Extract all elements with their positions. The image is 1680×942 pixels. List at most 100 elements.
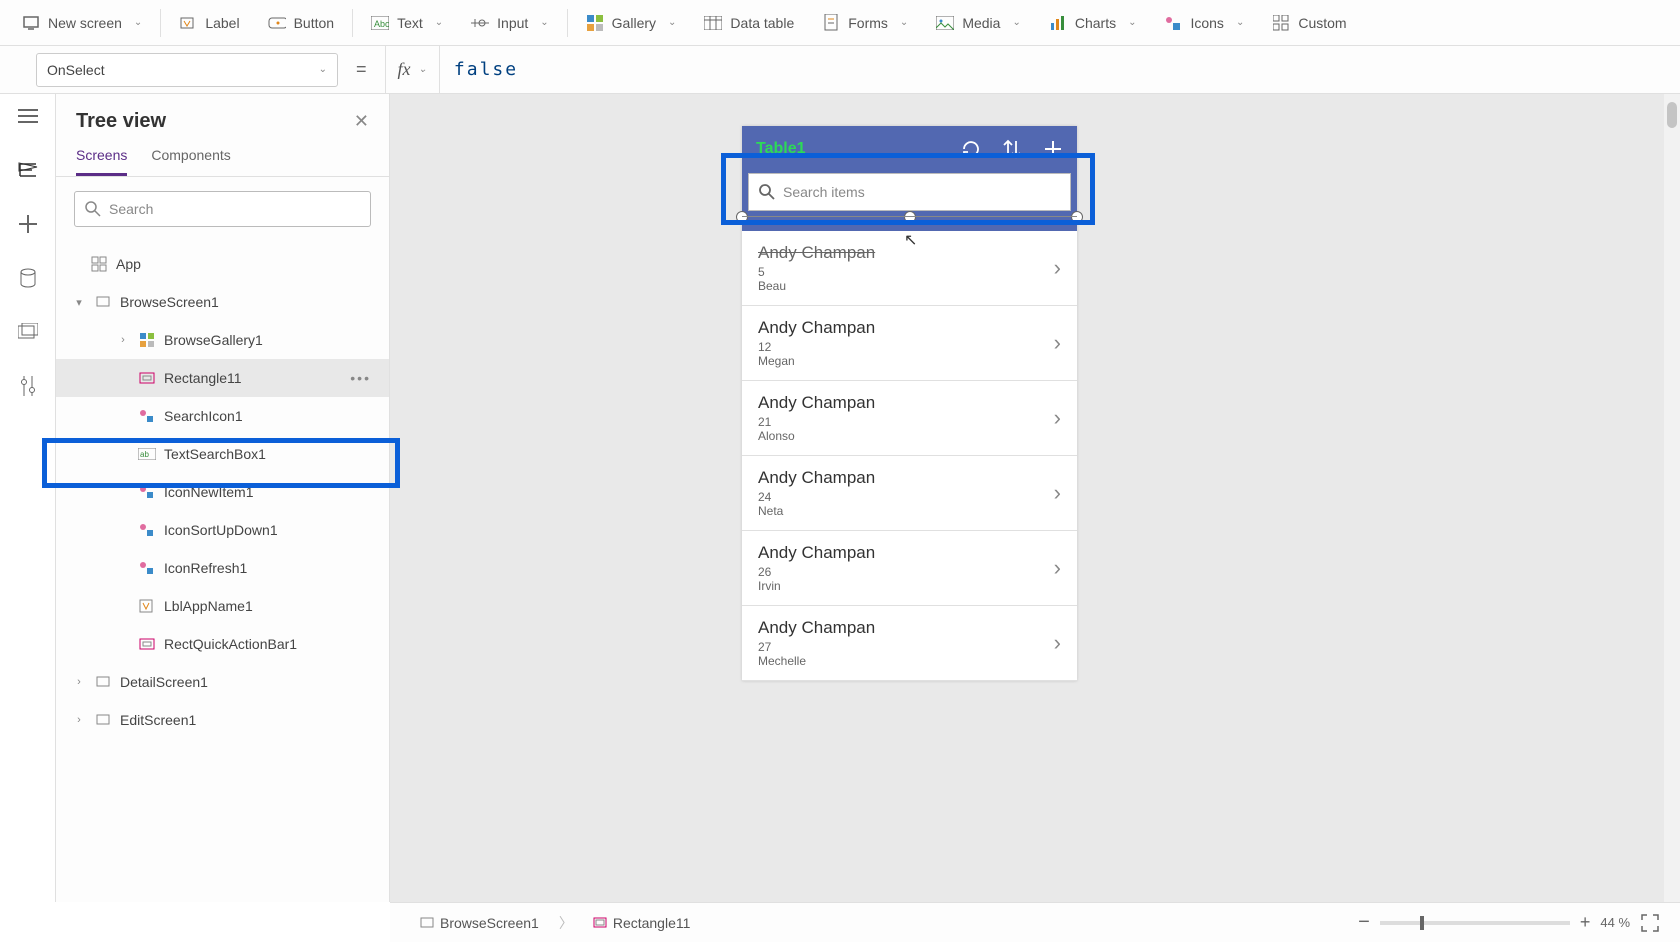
item-title: Andy Champan bbox=[758, 618, 1054, 638]
tab-screens[interactable]: Screens bbox=[76, 147, 127, 176]
gallery-item[interactable]: Andy Champan12Megan› bbox=[742, 306, 1077, 381]
expand-arrow[interactable]: › bbox=[72, 714, 86, 726]
item-body: Irvin bbox=[758, 579, 1054, 593]
data-table-button[interactable]: Data table bbox=[690, 0, 808, 45]
selection-handle[interactable] bbox=[1071, 211, 1083, 223]
advanced-icon[interactable] bbox=[16, 374, 40, 398]
left-rail bbox=[0, 94, 56, 902]
gallery-item[interactable]: Andy Champan27Mechelle› bbox=[742, 606, 1077, 681]
data-table-label: Data table bbox=[730, 15, 794, 31]
zoom-pct: % bbox=[1618, 915, 1630, 930]
refresh-icon[interactable] bbox=[961, 139, 981, 159]
property-selector[interactable]: OnSelect ⌄ bbox=[36, 53, 338, 87]
media-rail-icon[interactable] bbox=[16, 320, 40, 344]
media-label: Media bbox=[962, 15, 1000, 31]
canvas-area[interactable]: Table1 Search items Andy Champan5Beau›An… bbox=[390, 94, 1680, 902]
charts-button[interactable]: Charts ⌄ bbox=[1035, 0, 1151, 45]
insert-icon[interactable] bbox=[16, 212, 40, 236]
gallery-item[interactable]: Andy Champan26Irvin› bbox=[742, 531, 1077, 606]
expand-arrow[interactable]: ▾ bbox=[72, 296, 86, 309]
data-icon[interactable] bbox=[16, 266, 40, 290]
vertical-scrollbar[interactable] bbox=[1664, 94, 1680, 902]
text-icon: Abc bbox=[371, 14, 389, 32]
app-preview: Table1 Search items Andy Champan5Beau›An… bbox=[742, 126, 1077, 681]
item-body: Alonso bbox=[758, 429, 1054, 443]
item-title: Andy Champan bbox=[758, 318, 1054, 338]
tree-item[interactable]: ▾ BrowseScreen1 bbox=[56, 283, 389, 321]
forms-button[interactable]: Forms ⌄ bbox=[808, 0, 922, 45]
gallery-item[interactable]: Andy Champan24Neta› bbox=[742, 456, 1077, 531]
tree-item-label: DetailScreen1 bbox=[120, 674, 208, 690]
tree-item[interactable]: abTextSearchBox1 bbox=[56, 435, 389, 473]
tree-item-app[interactable]: App bbox=[56, 245, 389, 283]
item-subtitle: 5 bbox=[758, 265, 1054, 279]
breadcrumb-control[interactable]: Rectangle11 bbox=[583, 911, 701, 935]
gallery-button[interactable]: Gallery ⌄ bbox=[572, 0, 691, 45]
tree-item[interactable]: LblAppName1 bbox=[56, 587, 389, 625]
tree-item[interactable]: › BrowseGallery1 bbox=[56, 321, 389, 359]
expand-arrow[interactable]: › bbox=[72, 676, 86, 688]
more-icon[interactable]: ••• bbox=[350, 370, 371, 386]
tree-item[interactable]: IconSortUpDown1 bbox=[56, 511, 389, 549]
tree-view-panel: Tree view ✕ Screens Components Search Ap… bbox=[56, 94, 390, 902]
node-icon bbox=[138, 483, 156, 501]
tree-item-label: BrowseScreen1 bbox=[120, 294, 219, 310]
tree-item[interactable]: Rectangle11 ••• bbox=[56, 359, 389, 397]
icons-label: Icons bbox=[1190, 15, 1223, 31]
tree-item-label: TextSearchBox1 bbox=[164, 446, 266, 462]
tree-item[interactable]: SearchIcon1 bbox=[56, 397, 389, 435]
formula-value[interactable]: false bbox=[454, 59, 518, 80]
zoom-in-button[interactable]: + bbox=[1580, 912, 1591, 933]
zoom-slider[interactable] bbox=[1380, 921, 1570, 925]
icons-button[interactable]: Icons ⌄ bbox=[1150, 0, 1258, 45]
selected-rectangle[interactable]: Search items bbox=[742, 171, 1077, 231]
chevron-right-icon: › bbox=[1054, 555, 1061, 581]
tab-components[interactable]: Components bbox=[151, 147, 230, 176]
tree-view-title: Tree view bbox=[76, 110, 166, 133]
app-icon bbox=[90, 255, 108, 273]
zoom-out-button[interactable]: − bbox=[1358, 911, 1370, 934]
label-button[interactable]: Label bbox=[165, 0, 253, 45]
sort-icon[interactable] bbox=[1003, 139, 1021, 159]
fit-screen-icon[interactable] bbox=[1640, 913, 1660, 933]
tree-item[interactable]: ›EditScreen1 bbox=[56, 701, 389, 739]
tree-item[interactable]: › DetailScreen1 bbox=[56, 663, 389, 701]
tree-view-icon[interactable] bbox=[16, 158, 40, 182]
gallery-item[interactable]: Andy Champan21Alonso› bbox=[742, 381, 1077, 456]
search-placeholder: Search bbox=[109, 201, 153, 217]
separator bbox=[567, 9, 568, 37]
tree-item[interactable]: IconRefresh1 bbox=[56, 549, 389, 587]
tree-search-input[interactable]: Search bbox=[74, 191, 371, 227]
selection-handle[interactable] bbox=[904, 211, 916, 223]
tree-item-label: BrowseGallery1 bbox=[164, 332, 263, 348]
fx-button[interactable]: fx ⌄ bbox=[385, 46, 440, 93]
add-icon[interactable] bbox=[1043, 139, 1063, 159]
breadcrumb-screen[interactable]: BrowseScreen1 bbox=[410, 911, 549, 935]
close-icon[interactable]: ✕ bbox=[354, 111, 369, 132]
node-icon bbox=[138, 635, 156, 653]
button-button[interactable]: Button bbox=[254, 0, 348, 45]
scrollbar-thumb[interactable] bbox=[1667, 102, 1677, 128]
separator bbox=[352, 9, 353, 37]
node-icon bbox=[94, 293, 112, 311]
tree-item-label: SearchIcon1 bbox=[164, 408, 243, 424]
media-icon bbox=[936, 14, 954, 32]
input-button[interactable]: Input ⌄ bbox=[457, 0, 563, 45]
search-items-input[interactable]: Search items bbox=[748, 173, 1071, 211]
text-button[interactable]: Abc Text ⌄ bbox=[357, 0, 457, 45]
item-subtitle: 12 bbox=[758, 340, 1054, 354]
node-icon bbox=[94, 711, 112, 729]
hamburger-icon[interactable] bbox=[16, 104, 40, 128]
tree-item-label: Rectangle11 bbox=[164, 370, 242, 386]
tree-item[interactable]: RectQuickActionBar1 bbox=[56, 625, 389, 663]
node-icon bbox=[138, 559, 156, 577]
new-screen-button[interactable]: New screen ⌄ bbox=[8, 0, 156, 45]
expand-arrow[interactable]: › bbox=[116, 334, 130, 346]
chevron-right-icon: › bbox=[1054, 405, 1061, 431]
selection-handle[interactable] bbox=[736, 211, 748, 223]
tree-item[interactable]: IconNewItem1 bbox=[56, 473, 389, 511]
media-button[interactable]: Media ⌄ bbox=[922, 0, 1035, 45]
forms-label: Forms bbox=[848, 15, 888, 31]
custom-button[interactable]: Custom bbox=[1258, 0, 1360, 45]
text-label: Text bbox=[397, 15, 423, 31]
